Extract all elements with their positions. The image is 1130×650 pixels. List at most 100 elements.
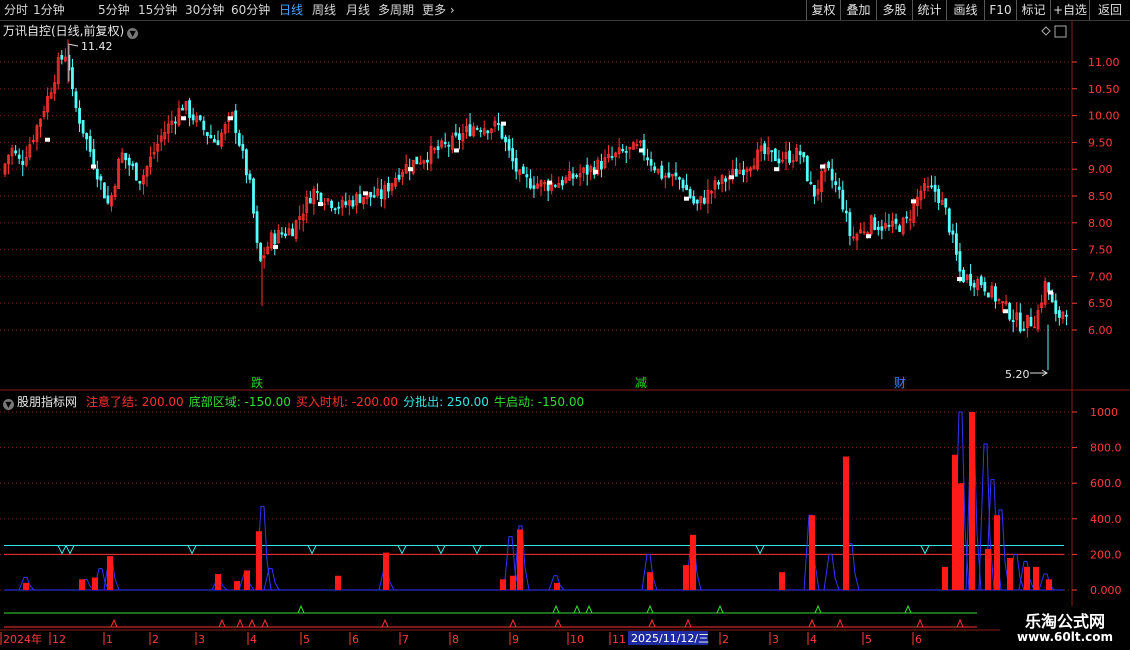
candle-body (653, 166, 657, 171)
candle-body (14, 150, 18, 154)
candle-body (379, 189, 383, 199)
period-tab-5[interactable]: 60分钟 (231, 2, 270, 18)
period-tab-10[interactable]: 更多 › (422, 2, 455, 18)
period-tab-9[interactable]: 多周期 (378, 2, 414, 18)
candle-body (834, 181, 838, 185)
signal-bar (1033, 566, 1039, 590)
indicator-tick-label: 600.0 (1090, 477, 1122, 490)
signal-bar (958, 483, 964, 590)
candle-body (969, 273, 972, 286)
candle-body (497, 123, 500, 125)
candle-body (979, 276, 983, 286)
toolbar-button-0[interactable]: 复权 (806, 0, 840, 20)
signal-bar (683, 565, 689, 590)
signal-square (1003, 309, 1008, 314)
candle-body (1057, 310, 1061, 318)
candle-body (688, 189, 692, 198)
red-signal (956, 618, 964, 628)
toolbar-button-3[interactable]: 统计 (912, 0, 946, 20)
signal-bar (690, 534, 696, 590)
candle-body (308, 197, 312, 204)
candle-body (397, 174, 401, 180)
signal-square (91, 164, 96, 169)
period-tab-7[interactable]: 周线 (312, 2, 336, 18)
high-pointer (67, 43, 79, 47)
candle-body (805, 155, 809, 182)
period-tab-6[interactable]: 日线 (279, 2, 303, 18)
candle-body (358, 194, 362, 203)
signal-square (911, 199, 916, 204)
candle-body (930, 185, 933, 188)
candle-body (415, 156, 419, 165)
period-tab-2[interactable]: 5分钟 (98, 2, 130, 18)
candle-body (134, 162, 138, 181)
candle-body (1022, 328, 1026, 331)
toolbar-button-6[interactable]: 标记 (1016, 0, 1050, 20)
signal-square (408, 167, 413, 172)
candle-body (284, 233, 287, 237)
candle-body (514, 158, 518, 172)
cursor-date-label: 2025/11/12/三 (631, 632, 709, 645)
candle-body (983, 281, 987, 292)
period-tab-3[interactable]: 15分钟 (138, 2, 177, 18)
toolbar-button-4[interactable]: 画线 (946, 0, 984, 20)
candle-body (692, 196, 696, 204)
period-tab-8[interactable]: 月线 (346, 2, 370, 18)
price-tick-label: 11.00 (1088, 56, 1120, 69)
candle-body (92, 149, 96, 168)
candle-body (198, 115, 202, 120)
candle-body (1029, 317, 1033, 327)
red-signal (808, 618, 816, 628)
candle-body (1018, 312, 1022, 332)
time-label-11: 10 (570, 633, 584, 646)
maximize-icon (1054, 25, 1067, 38)
candle-body (933, 184, 937, 192)
candlestick-series (3, 39, 1068, 371)
candle-body (205, 132, 209, 137)
candle-body (241, 144, 245, 151)
signal-bar (554, 582, 560, 590)
candle-body (216, 140, 220, 146)
toolbar-button-8[interactable]: 返回 (1089, 0, 1130, 20)
candle-body (848, 212, 852, 237)
watermark-logo: 乐淘公式网 www.60lt.com (1000, 606, 1130, 650)
candle-body (95, 168, 99, 180)
candle-body (78, 107, 81, 124)
candle-body (85, 133, 89, 140)
chart-canvas[interactable]: 11.42 5.20 跌 减 财 11.00 10.50 10.00 9.50 9.00 8.50… (0, 20, 1130, 650)
toolbar-button-7[interactable]: +自选 (1050, 0, 1089, 20)
candle-body (202, 120, 206, 130)
candle-body (344, 201, 348, 206)
signal-square (45, 137, 50, 142)
signal-bar (809, 515, 815, 590)
toolbar-button-2[interactable]: 多股 (876, 0, 912, 20)
price-tick-label: 9.00 (1088, 163, 1113, 176)
candle-body (813, 185, 816, 197)
signal-bar (79, 579, 85, 590)
time-label-6: 5 (303, 633, 310, 646)
signal-square (639, 148, 644, 153)
candle-body (770, 150, 774, 153)
candle-body (17, 154, 21, 159)
candle-body (511, 148, 515, 162)
time-label-16: 4 (810, 633, 817, 646)
candle-body (894, 218, 898, 224)
signal-bar (500, 579, 506, 590)
signal-square (1048, 290, 1053, 295)
candle-body (873, 217, 877, 230)
toolbar-button-5[interactable]: F10 (984, 0, 1016, 20)
period-tab-0[interactable]: 分时 (4, 2, 28, 18)
period-tab-4[interactable]: 30分钟 (185, 2, 224, 18)
period-tab-1[interactable]: 1分钟 (33, 2, 65, 18)
candle-body (259, 242, 263, 261)
candle-body (127, 157, 131, 166)
time-label-7: 6 (352, 633, 359, 646)
candle-body (660, 165, 664, 179)
candle-body (972, 282, 976, 288)
red-signal (110, 618, 118, 628)
green-signal (814, 604, 822, 614)
candle-body (443, 141, 447, 144)
toolbar-button-1[interactable]: 叠加 (840, 0, 876, 20)
candle-body (695, 199, 699, 204)
signal-bar (335, 575, 341, 590)
